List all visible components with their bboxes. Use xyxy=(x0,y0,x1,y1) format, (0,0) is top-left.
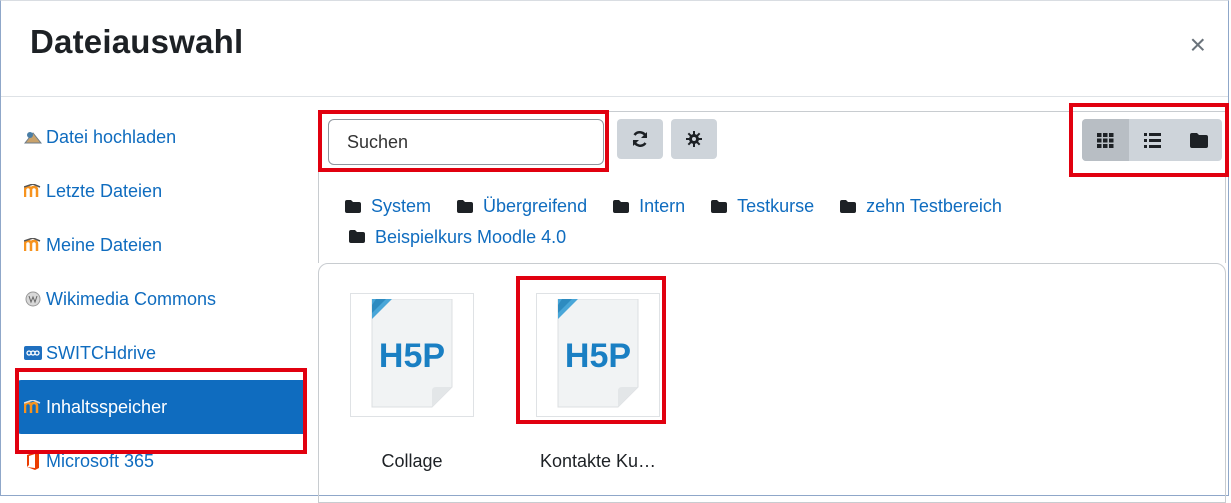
breadcrumb-item[interactable]: Beispielkurs Moodle 4.0 xyxy=(329,222,566,252)
moodle-icon xyxy=(24,398,42,416)
file-name: Collage xyxy=(381,451,443,471)
folder-view-icon xyxy=(1189,132,1208,148)
list-view-button[interactable] xyxy=(1129,119,1176,161)
svg-text:H5P: H5P xyxy=(379,337,445,375)
svg-text:H5P: H5P xyxy=(565,337,631,375)
breadcrumb-label: Beispielkurs Moodle 4.0 xyxy=(375,226,567,247)
breadcrumb-label: Intern xyxy=(639,196,686,216)
breadcrumb-label: Übergreifend xyxy=(483,196,588,216)
folder-icon xyxy=(457,199,474,213)
breadcrumb-item[interactable]: zehn Testbereich xyxy=(820,191,1002,221)
sidebar-item-label: Datei hochladen xyxy=(46,126,177,147)
grid-view-icon xyxy=(1096,132,1114,148)
breadcrumb-item[interactable]: System xyxy=(329,191,431,221)
sidebar-item-my-files[interactable]: Meine Dateien xyxy=(17,218,307,272)
h5p-thumbnail: H5P xyxy=(536,293,660,417)
moodle-icon xyxy=(24,182,42,200)
repository-sidebar: Datei hochladen Letzte Dateien Meine Dat… xyxy=(17,110,307,488)
sidebar-item-upload[interactable]: Datei hochladen xyxy=(17,110,307,164)
switchdrive-icon xyxy=(24,344,42,362)
breadcrumb: System Übergreifend Intern Testkurse zeh… xyxy=(318,177,1226,263)
search-input[interactable] xyxy=(328,119,604,165)
breadcrumb-label: System xyxy=(371,196,432,216)
folder-icon xyxy=(345,199,361,213)
breadcrumb-label: Testkurse xyxy=(737,196,815,216)
sidebar-item-label: Letzte Dateien xyxy=(46,180,163,201)
breadcrumb-item[interactable]: Intern xyxy=(593,191,685,221)
list-view-icon xyxy=(1143,132,1161,148)
h5p-file-icon: H5P xyxy=(371,299,453,408)
file-name: Kontakte Ku… xyxy=(539,451,657,471)
grid-view-button[interactable] xyxy=(1082,119,1129,161)
folder-icon xyxy=(840,199,857,213)
sidebar-item-label: Inhaltsspeicher xyxy=(46,396,168,417)
folder-view-button[interactable] xyxy=(1175,119,1222,161)
sidebar-item-label: Wikimedia Commons xyxy=(46,288,217,309)
folder-icon xyxy=(349,230,365,243)
file-item-kontakte[interactable]: H5P Kontakte Ku… xyxy=(536,293,660,472)
refresh-button[interactable] xyxy=(617,119,663,159)
breadcrumb-label: zehn Testbereich xyxy=(866,196,1002,216)
gear-icon xyxy=(686,131,702,147)
refresh-icon xyxy=(632,131,648,147)
wikipedia-icon xyxy=(24,290,42,308)
folder-icon xyxy=(711,199,728,213)
file-item-collage[interactable]: H5P Collage xyxy=(350,293,474,472)
breadcrumb-item[interactable]: Übergreifend xyxy=(437,191,587,221)
h5p-file-icon: H5P xyxy=(557,299,639,408)
settings-button[interactable] xyxy=(671,119,717,159)
folder-icon xyxy=(613,199,630,213)
sidebar-item-switchdrive[interactable]: SWITCHdrive xyxy=(17,326,307,380)
sidebar-item-wikimedia[interactable]: Wikimedia Commons xyxy=(17,272,307,326)
h5p-thumbnail: H5P xyxy=(350,293,474,417)
breadcrumb-item[interactable]: Testkurse xyxy=(691,191,814,221)
close-icon[interactable]: × xyxy=(1190,31,1206,59)
office-icon xyxy=(24,452,42,470)
moodle-icon xyxy=(24,236,42,254)
sidebar-item-content-bank[interactable]: Inhaltsspeicher xyxy=(17,380,307,434)
view-switcher xyxy=(1082,119,1222,161)
sidebar-item-label: SWITCHdrive xyxy=(46,342,157,363)
dialog-header: Dateiauswahl × xyxy=(1,1,1228,97)
upload-icon xyxy=(24,128,42,146)
sidebar-item-label: Meine Dateien xyxy=(46,234,163,255)
sidebar-item-label: Microsoft 365 xyxy=(46,450,155,471)
sidebar-item-recent[interactable]: Letzte Dateien xyxy=(17,164,307,218)
sidebar-item-microsoft-365[interactable]: Microsoft 365 xyxy=(17,434,307,488)
dialog-title: Dateiauswahl xyxy=(30,23,244,60)
